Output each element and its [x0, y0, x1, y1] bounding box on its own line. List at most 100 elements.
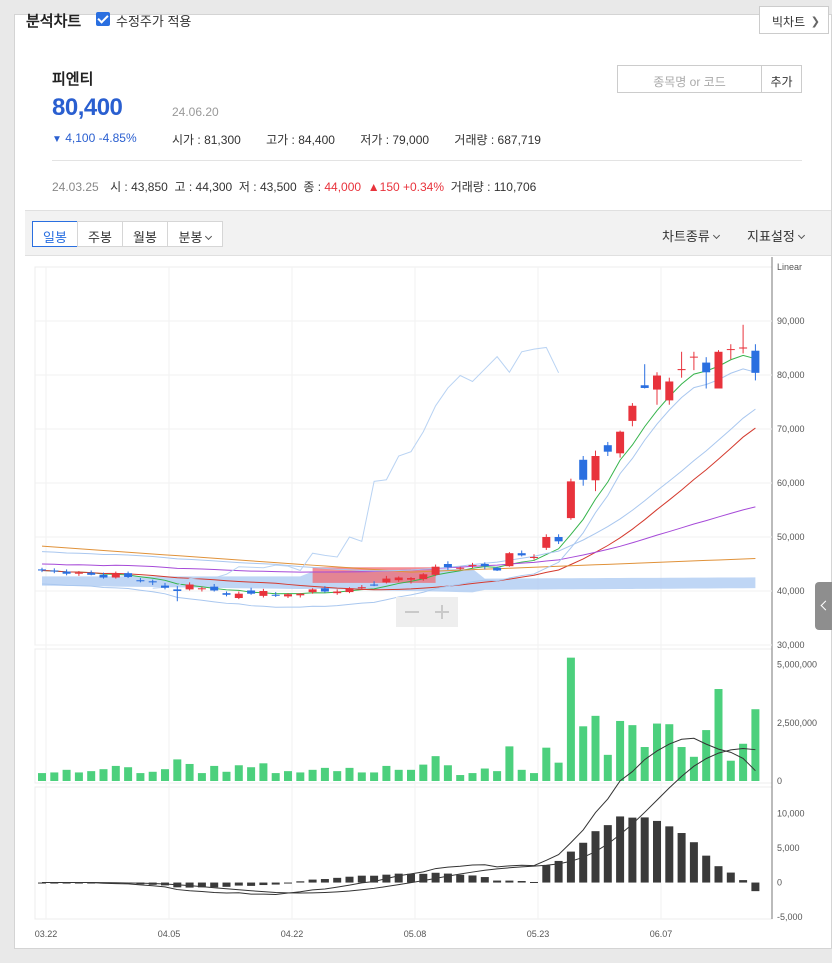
candle-body [357, 587, 366, 589]
volume-bar [271, 773, 280, 781]
candle-body [87, 572, 96, 575]
volume-bar [443, 765, 452, 781]
candle-body [431, 566, 440, 575]
indicator-settings-menu[interactable]: 지표설정 [747, 226, 805, 245]
volume-bar [456, 775, 465, 781]
candle-body [161, 585, 169, 588]
price-tick-label: 60,000 [777, 478, 805, 488]
volume-bar [124, 767, 133, 781]
chart-area[interactable]: Linear 90,000 80,000 70,000 60,000 50,000 40,0… [25, 257, 831, 947]
macd-histogram-bar [665, 826, 674, 883]
volume-bar [173, 759, 182, 781]
header-bar: 분석차트 수정주가 적용 빅차트 ❯ [0, 0, 832, 42]
adjusted-price-checkbox[interactable] [96, 12, 110, 26]
candle-body [124, 573, 133, 577]
volume-bar [505, 746, 514, 781]
divider [52, 160, 802, 161]
volume-bar [222, 771, 231, 781]
volume-bar [74, 772, 83, 781]
candle-body [653, 375, 661, 390]
macd-histogram-bar [431, 872, 440, 883]
candle-body [751, 350, 760, 373]
volume-bar [38, 773, 46, 781]
macd-histogram-bar [468, 875, 477, 883]
side-panel-toggle[interactable] [815, 582, 832, 630]
macd-histogram-bar [74, 882, 83, 884]
stock-search-input[interactable]: 종목명 or 코드 [617, 65, 762, 93]
hover-quote-row: 24.03.25 시 : 43,850 고 : 44,300 저 : 43,50… [52, 178, 536, 195]
down-triangle-icon: ▼ [52, 134, 62, 145]
tab-weekly[interactable]: 주봉 [77, 221, 123, 247]
macd-histogram-bar [185, 882, 194, 888]
macd-histogram-bar [234, 882, 243, 886]
volume-bar [468, 773, 477, 781]
volume-tick-label: 0 [777, 776, 782, 786]
candle-body [677, 369, 686, 371]
volume-bar [603, 754, 612, 781]
macd-histogram-bar [148, 882, 157, 885]
date-tick-label: 04.22 [281, 929, 304, 939]
volume-bar [616, 720, 625, 781]
macd-histogram-bar [357, 875, 366, 883]
candle-body [591, 456, 600, 481]
macd-histogram-bar [124, 882, 133, 884]
chart-type-menu[interactable]: 차트종류 [662, 226, 720, 245]
candle-body [407, 578, 415, 580]
volume-bar [234, 765, 243, 781]
macd-histogram-bar [271, 882, 280, 885]
price-tick-label: 40,000 [777, 586, 805, 596]
tab-daily[interactable]: 일봉 [32, 221, 78, 247]
macd-histogram-bar [480, 877, 489, 883]
adjusted-price-label[interactable]: 수정주가 적용 [116, 11, 191, 30]
volume-tick-label: 2,500,000 [777, 718, 817, 728]
macd-histogram-bar [394, 873, 403, 883]
candle-body [284, 594, 292, 597]
macd-histogram-bar [173, 882, 182, 888]
tab-minute[interactable]: 분봉 [167, 221, 223, 247]
volume-bar [517, 769, 526, 781]
macd-histogram-bar [308, 879, 317, 883]
macd-histogram-bar [591, 831, 600, 883]
macd-histogram-bar [493, 880, 502, 883]
big-chart-button[interactable]: 빅차트 ❯ [759, 6, 829, 34]
candle-body [382, 578, 391, 583]
price-tick-label: 70,000 [777, 424, 805, 434]
ma20-line [41, 427, 756, 591]
macd-histogram-bar [259, 882, 268, 886]
trade-volume: 거래량 : 687,719 [454, 133, 541, 147]
volume-bar [308, 769, 317, 781]
macd-histogram-bar [653, 820, 661, 883]
volume-tick-label: 5,000,000 [777, 660, 817, 670]
stock-chart-svg[interactable]: Linear 90,000 80,000 70,000 60,000 50,000 40,0… [25, 257, 831, 947]
macd-histogram-bar [247, 882, 256, 886]
candle-body [579, 459, 588, 480]
candle-body [38, 569, 46, 571]
tab-monthly[interactable]: 월봉 [122, 221, 168, 247]
volume-bar [566, 657, 575, 781]
macd-histogram-bar [702, 855, 711, 883]
macd-tick-label: 10,000 [777, 809, 805, 819]
candle-body [197, 588, 206, 590]
add-stock-button[interactable]: 추가 [762, 65, 802, 93]
hover-close: 44,000 [324, 180, 362, 194]
candle-body [222, 593, 231, 595]
candle-body [542, 537, 551, 548]
volume-bar [284, 771, 292, 781]
volume-bar [493, 771, 502, 781]
candle-body [247, 590, 256, 594]
big-chart-label: 빅차트 [772, 15, 806, 29]
macd-histogram-bar [296, 881, 305, 883]
page-title: 분석차트 [26, 13, 82, 30]
volume-bar [99, 769, 108, 781]
macd-histogram-bar [382, 874, 391, 883]
volume-bar [591, 715, 600, 781]
period-toolbar: 일봉 주봉 월봉 분봉 차트종류 지표설정 [25, 210, 831, 256]
up-triangle-icon: ▲ [367, 180, 380, 194]
volume-bar [726, 760, 735, 781]
macd-histogram-bar [443, 873, 452, 883]
macd-histogram-bar [210, 882, 219, 888]
volume-bar [431, 756, 440, 781]
chevron-right-icon: ❯ [810, 16, 820, 28]
ma5-line [41, 354, 756, 595]
volume-bar [640, 747, 649, 781]
